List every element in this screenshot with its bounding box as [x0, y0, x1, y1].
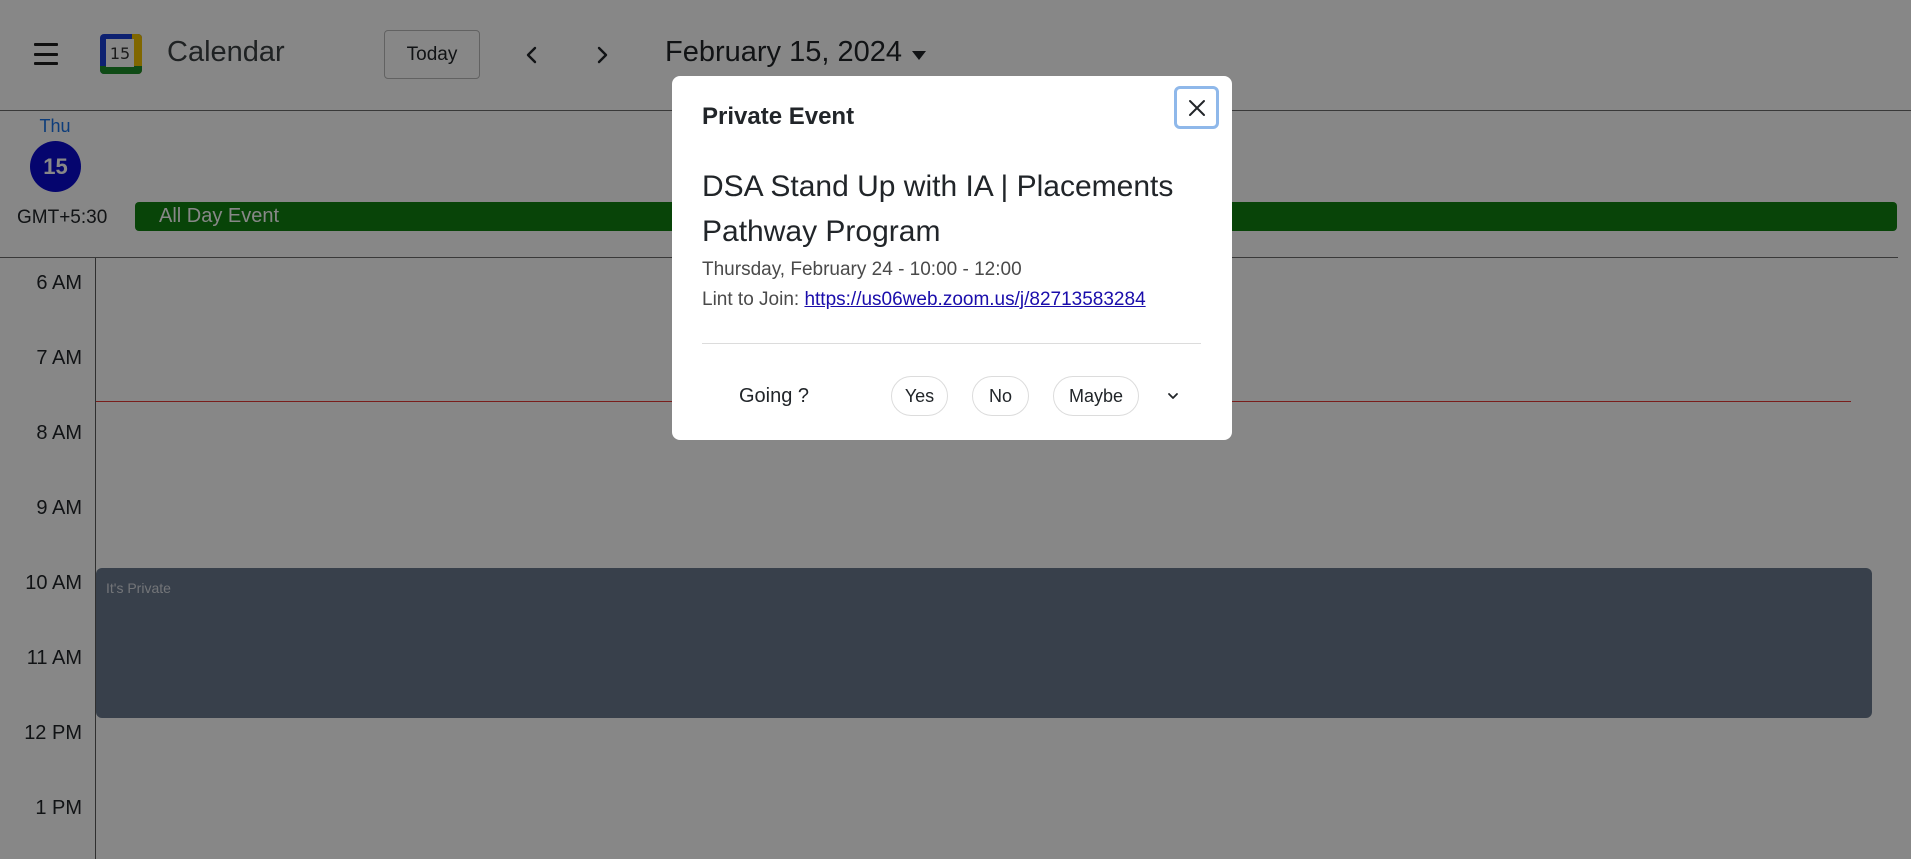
event-time: Thursday, February 24 - 10:00 - 12:00 — [702, 259, 1022, 280]
event-link-row: Lint to Join: https://us06web.zoom.us/j/… — [702, 289, 1146, 311]
join-link-label: Lint to Join: — [702, 289, 800, 310]
close-button[interactable] — [1174, 86, 1219, 129]
close-icon — [1188, 99, 1205, 116]
chevron-down-icon[interactable] — [1161, 384, 1185, 408]
rsvp-maybe-button[interactable]: Maybe — [1053, 376, 1139, 416]
event-title: DSA Stand Up with IA | Placements Pathwa… — [702, 170, 1174, 248]
modal-title: Private Event — [702, 103, 855, 130]
modal-divider — [702, 343, 1201, 344]
event-details-modal: Private Event DSA Stand Up with IA | Pla… — [672, 76, 1232, 440]
rsvp-yes-button[interactable]: Yes — [891, 376, 948, 416]
going-label: Going ? — [739, 385, 810, 407]
rsvp-no-button[interactable]: No — [972, 376, 1029, 416]
join-link[interactable]: https://us06web.zoom.us/j/82713583284 — [804, 289, 1145, 310]
